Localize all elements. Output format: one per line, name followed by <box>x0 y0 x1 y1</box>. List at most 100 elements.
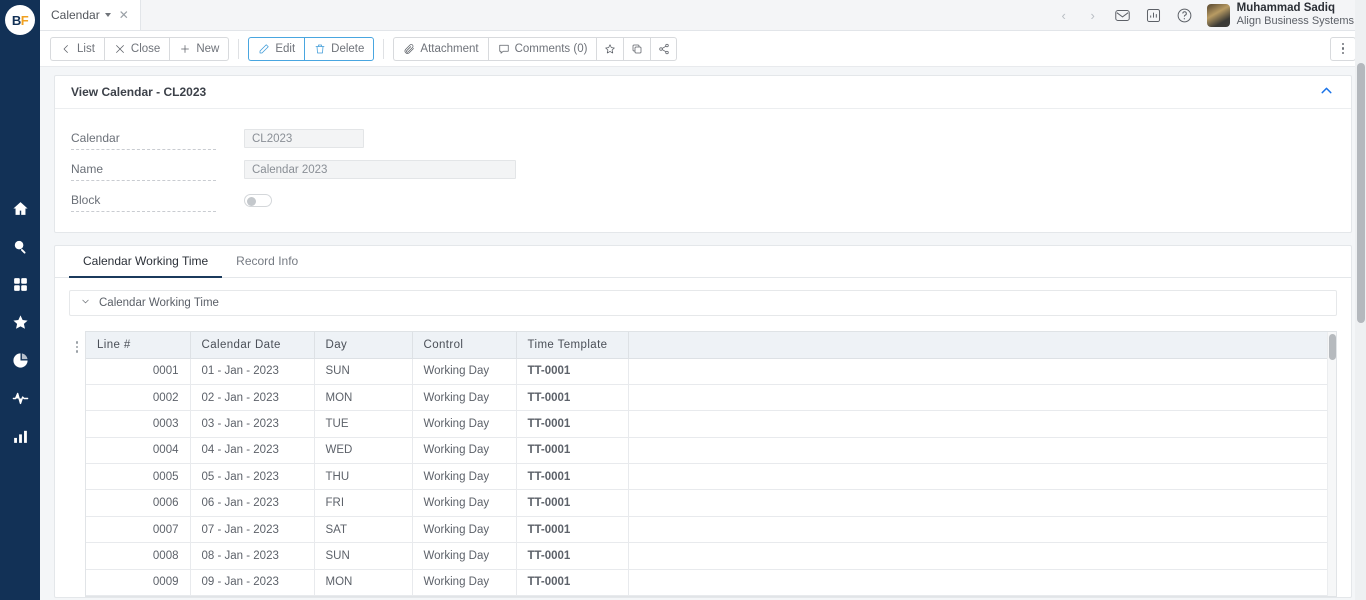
column-header-control[interactable]: Control <box>412 332 517 359</box>
cell-line: 0001 <box>86 358 191 385</box>
table-row[interactable]: 0003 03 - Jan - 2023 TUE Working Day TT-0001 <box>86 410 1336 438</box>
grid-vertical-scrollbar[interactable] <box>1327 332 1336 597</box>
table-row[interactable]: 0001 01 - Jan - 2023 SUN Working Day TT-0001 <box>86 358 1336 385</box>
new-button[interactable]: New <box>169 36 230 61</box>
mail-icon[interactable] <box>1108 0 1138 31</box>
cell-time-template[interactable]: TT-0001 <box>516 437 629 465</box>
kebab-dot-2 <box>1341 47 1345 50</box>
table-row[interactable]: 0009 09 - Jan - 2023 MON Working Day TT-0001 <box>86 569 1336 597</box>
table-row[interactable]: 0002 02 - Jan - 2023 MON Working Day TT-0001 <box>86 384 1336 412</box>
nav-prev-button[interactable]: ‹ <box>1050 0 1078 31</box>
grid-scroll-thumb[interactable] <box>1329 334 1336 360</box>
table-row[interactable]: 0007 07 - Jan - 2023 SAT Working Day TT-0001 <box>86 516 1336 544</box>
app-logo[interactable]: BF <box>5 5 35 35</box>
field-label-block: Block <box>71 189 216 212</box>
tab-calendar-working-time[interactable]: Calendar Working Time <box>69 246 223 278</box>
calendar-field[interactable]: CL2023 <box>244 129 364 148</box>
sidebar-item-activity[interactable] <box>10 390 30 410</box>
cell-line: 0007 <box>86 516 191 544</box>
favorite-button[interactable] <box>596 36 624 61</box>
record-card-header: View Calendar - CL2023 <box>55 76 1351 109</box>
cell-calendar-date: 02 - Jan - 2023 <box>190 384 315 412</box>
tabstrip-actions: ‹ › Muhammad Sadiq Align Business System… <box>1050 0 1366 30</box>
user-info[interactable]: Muhammad Sadiq Align Business Systems <box>1237 2 1358 29</box>
name-field[interactable]: Calendar 2023 <box>244 160 516 179</box>
column-header-time-template[interactable]: Time Template <box>516 332 629 359</box>
cell-spacer <box>628 437 1336 465</box>
pie-chart-icon <box>12 352 29 372</box>
cell-line: 0002 <box>86 384 191 412</box>
grid-wrapper: Line # Calendar Date Day Control Time Te… <box>69 331 1337 598</box>
column-header-line[interactable]: Line # <box>86 332 191 359</box>
close-button[interactable]: Close <box>103 36 170 61</box>
cell-spacer <box>628 463 1336 491</box>
block-toggle[interactable] <box>244 194 272 207</box>
sidebar-item-reports[interactable] <box>10 352 30 372</box>
table-head: Line # Calendar Date Day Control Time Te… <box>86 332 1336 359</box>
cell-time-template[interactable]: TT-0001 <box>516 542 629 570</box>
table-row[interactable]: 0004 04 - Jan - 2023 WED Working Day TT-0001 <box>86 437 1336 465</box>
user-name: Muhammad Sadiq <box>1236 1 1336 14</box>
edit-button[interactable]: Edit <box>248 36 305 61</box>
delete-button-label: Delete <box>331 42 365 55</box>
table-row[interactable]: 0006 06 - Jan - 2023 FRI Working Day TT-0001 <box>86 489 1336 517</box>
attachment-button[interactable]: Attachment <box>393 36 488 61</box>
chevron-up-icon[interactable] <box>1318 82 1335 102</box>
cell-day: THU <box>314 463 413 491</box>
duplicate-button[interactable] <box>623 36 651 61</box>
delete-button[interactable]: Delete <box>304 36 375 61</box>
field-row-calendar: Calendar CL2023 <box>55 123 1351 154</box>
cell-time-template[interactable]: TT-0001 <box>516 516 629 544</box>
chevron-down-section-icon <box>80 296 91 310</box>
sidebar-item-home[interactable] <box>10 200 30 220</box>
cell-time-template[interactable]: TT-0001 <box>516 463 629 491</box>
help-question-icon[interactable] <box>1170 0 1200 31</box>
cell-time-template[interactable]: TT-0001 <box>516 384 629 412</box>
page-vertical-scrollbar[interactable] <box>1355 0 1366 600</box>
field-row-block: Block <box>55 185 1351 216</box>
sidebar-item-search[interactable] <box>10 238 30 258</box>
avatar[interactable] <box>1206 3 1230 27</box>
application-window: BF Calendar ✕ ‹ › Muhammad Sadiq Align B… <box>0 0 1366 600</box>
logo-letter-b: B <box>11 12 21 28</box>
left-navigation-rail: BF <box>0 0 40 600</box>
handle-dot-1 <box>75 341 79 344</box>
cell-spacer <box>628 542 1336 570</box>
sidebar-item-favorites[interactable] <box>10 314 30 334</box>
cell-calendar-date: 07 - Jan - 2023 <box>190 516 315 544</box>
cell-day: MON <box>314 384 413 412</box>
kebab-menu-icon[interactable] <box>1330 36 1356 61</box>
data-table: Line # Calendar Date Day Control Time Te… <box>86 332 1336 597</box>
cell-time-template[interactable]: TT-0001 <box>516 489 629 517</box>
nav-next-button[interactable]: › <box>1079 0 1107 31</box>
tab-record-info[interactable]: Record Info <box>222 246 312 278</box>
field-label-name: Name <box>71 158 216 181</box>
new-button-label: New <box>196 42 220 55</box>
column-header-calendar-date[interactable]: Calendar Date <box>190 332 315 359</box>
chevron-down-icon[interactable] <box>104 13 111 17</box>
share-button[interactable] <box>650 36 678 61</box>
close-icon[interactable]: ✕ <box>119 8 129 22</box>
table-row[interactable]: 0008 08 - Jan - 2023 SUN Working Day TT-0001 <box>86 542 1336 570</box>
cell-time-template[interactable]: TT-0001 <box>516 569 629 597</box>
cell-time-template[interactable]: TT-0001 <box>516 358 629 385</box>
column-header-day[interactable]: Day <box>314 332 413 359</box>
sidebar-item-analytics[interactable] <box>10 428 30 448</box>
sidebar-item-apps[interactable] <box>10 276 30 296</box>
table-row[interactable]: 0005 05 - Jan - 2023 THU Working Day TT-0001 <box>86 463 1336 491</box>
cell-control: Working Day <box>412 384 517 412</box>
list-button[interactable]: List <box>50 36 104 61</box>
tab-calendar[interactable]: Calendar ✕ <box>40 0 141 30</box>
field-row-name: Name Calendar 2023 <box>55 154 1351 185</box>
bar-chart-icon <box>12 428 29 448</box>
grid-options-handle[interactable] <box>69 331 85 597</box>
chart-report-icon[interactable] <box>1139 0 1169 31</box>
section-calendar-working-time[interactable]: Calendar Working Time <box>69 290 1337 316</box>
cell-line: 0006 <box>86 489 191 517</box>
document-tabstrip: Calendar ✕ ‹ › Muhammad Sadiq Align Busi… <box>40 0 1366 31</box>
cell-time-template[interactable]: TT-0001 <box>516 410 629 438</box>
comments-button[interactable]: Comments (0) <box>487 36 597 61</box>
cell-control: Working Day <box>412 516 517 544</box>
page-scroll-thumb[interactable] <box>1356 63 1365 323</box>
list-button-label: List <box>77 42 95 55</box>
